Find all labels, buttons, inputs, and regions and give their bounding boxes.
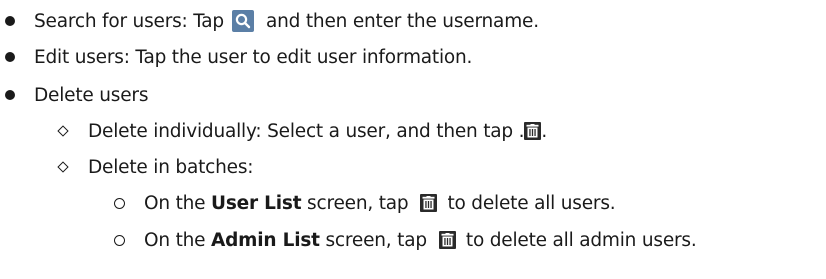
bullet-dot bbox=[5, 16, 15, 26]
list-item-delete-individually: Delete individually: Select a user, and … bbox=[88, 117, 547, 145]
user-list-suffix: to delete all users. bbox=[447, 192, 616, 214]
edit-text: Edit users: Tap the user to edit user in… bbox=[34, 46, 473, 68]
delete-icon bbox=[438, 231, 456, 249]
bullet-diamond bbox=[57, 125, 69, 137]
user-list-bold: User List bbox=[211, 192, 302, 214]
bullet-circle bbox=[114, 235, 125, 246]
search-prefix-text: Search for users: Tap bbox=[34, 10, 224, 32]
list-item-delete: Delete users bbox=[34, 81, 148, 109]
list-item-edit: Edit users: Tap the user to edit user in… bbox=[34, 43, 472, 71]
bullet-diamond bbox=[57, 161, 69, 173]
admin-list-middle: screen, tap bbox=[325, 229, 427, 251]
search-suffix-text: and then enter the username. bbox=[265, 10, 539, 32]
delete-individually-prefix: Delete individually: Select a user, and … bbox=[88, 120, 525, 142]
delete-icon bbox=[420, 194, 438, 212]
list-item-user-list: On the User List screen, tap to delete a… bbox=[144, 189, 616, 217]
admin-list-bold: Admin List bbox=[211, 229, 320, 251]
admin-list-prefix: On the bbox=[144, 229, 206, 251]
user-list-middle: screen, tap bbox=[307, 192, 409, 214]
bullet-dot bbox=[5, 52, 15, 62]
bullet-dot bbox=[5, 90, 15, 100]
bullet-circle bbox=[114, 198, 125, 209]
list-item-delete-batches: Delete in batches: bbox=[88, 153, 253, 181]
search-icon bbox=[231, 10, 254, 32]
delete-batches-text: Delete in batches: bbox=[88, 156, 254, 178]
delete-icon bbox=[524, 122, 542, 140]
user-list-prefix: On the bbox=[144, 192, 206, 214]
admin-list-suffix: to delete all admin users. bbox=[465, 229, 697, 251]
list-item-admin-list: On the Admin List screen, tap to delete … bbox=[144, 226, 697, 254]
delete-individually-suffix: . bbox=[541, 120, 548, 142]
delete-text: Delete users bbox=[34, 84, 149, 106]
list-item-search: Search for users: Tap and then enter the… bbox=[34, 7, 539, 35]
